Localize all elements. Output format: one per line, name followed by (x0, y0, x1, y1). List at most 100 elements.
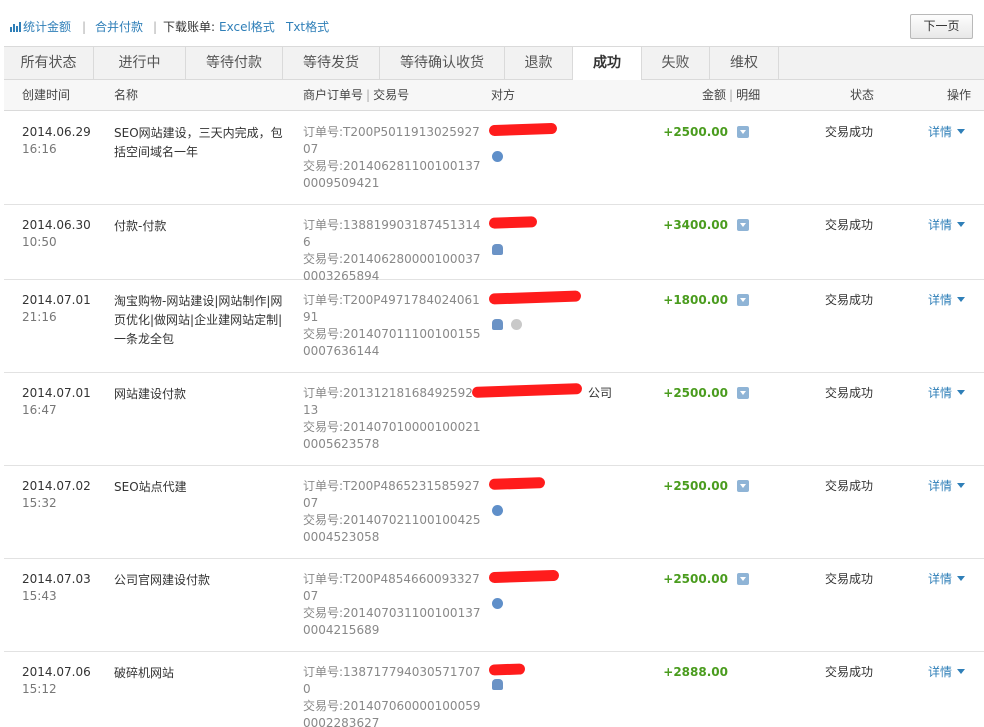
row-amount: +3400.00 (663, 218, 728, 232)
row-status: 交易成功 (825, 386, 874, 400)
row-details-label: 详情 (928, 386, 953, 400)
redaction-mark (488, 663, 526, 676)
row-time: 10:50 (22, 235, 57, 249)
row-order-no: 订单号:T200P497178402406191 (303, 293, 480, 324)
tab-awaiting-shipment[interactable]: 等待发货 (283, 47, 380, 80)
row-trade-no: 交易号:2014070100001000210005623578 (303, 420, 481, 451)
redaction-mark (488, 569, 560, 584)
table-row: 2014.06.30 10:50 付款-付款 订单号:1388199031874… (4, 205, 984, 283)
row-details-link[interactable]: 详情 (928, 292, 966, 309)
detail-dropdown-icon[interactable] (737, 219, 749, 231)
row-order-no: 订单号:20131218168492592113 (303, 386, 481, 417)
download-bill-label: 下载账单: (163, 20, 216, 34)
col-trade-no: 交易号 (373, 88, 410, 102)
table-row: 2014.07.06 15:12 破碎机网站 订单号:1387177940305… (4, 652, 984, 727)
col-created-time: 创建时间 (22, 88, 71, 102)
stats-amount-link[interactable]: 统计金额 (10, 19, 71, 35)
row-order-no: 订单号:1388199031874513146 (303, 218, 481, 249)
download-excel-link[interactable]: Excel格式 (219, 19, 275, 35)
row-details-label: 详情 (928, 665, 953, 679)
tab-in-progress[interactable]: 进行中 (94, 47, 186, 80)
row-details-label: 详情 (928, 293, 953, 307)
tab-dispute[interactable]: 维权 (710, 47, 779, 80)
row-details-link[interactable]: 详情 (928, 385, 966, 402)
tab-refund[interactable]: 退款 (505, 47, 573, 80)
caret-down-icon (957, 297, 966, 302)
tab-failed[interactable]: 失败 (642, 47, 710, 80)
row-time: 16:47 (22, 403, 57, 417)
tab-success[interactable]: 成功 (572, 47, 642, 81)
redaction-mark (488, 216, 538, 229)
download-txt-link[interactable]: Txt格式 (286, 19, 329, 35)
row-details-link[interactable]: 详情 (928, 571, 966, 588)
row-ids: 订单号:T200P501191302592707 交易号:201406281100… (303, 124, 483, 192)
detail-dropdown-icon[interactable] (737, 573, 749, 585)
col-order-numbers: 商户订单号 | 交易号 (303, 80, 409, 111)
row-time: 15:43 (22, 589, 57, 603)
detail-dropdown-icon[interactable] (737, 387, 749, 399)
caret-down-icon (957, 483, 966, 488)
row-amount: +2888.00 (663, 665, 728, 679)
row-name: 破碎机网站 (114, 666, 175, 680)
row-amount: +2500.00 (663, 572, 728, 586)
col-status: 状态 (850, 88, 875, 102)
row-time: 21:16 (22, 310, 57, 324)
row-time: 16:16 (22, 142, 57, 156)
row-date: 2014.07.06 (22, 665, 91, 679)
row-status: 交易成功 (825, 572, 874, 586)
row-ids: 订单号:T200P485466009332707 交易号:201407031100… (303, 571, 483, 639)
row-trade-no: 交易号:2014070311001001370004215689 (303, 606, 481, 637)
user-icon (492, 679, 503, 690)
row-order-no: 订单号:T200P486523158592707 (303, 479, 480, 510)
col-amount-detail: 金额 | 明细 (702, 80, 760, 111)
alipay-user-icon (492, 151, 503, 162)
row-trade-no: 交易号:2014062811001001370009509421 (303, 159, 481, 190)
row-status: 交易成功 (825, 293, 874, 307)
row-date: 2014.07.02 (22, 479, 91, 493)
user-icon (492, 244, 503, 255)
row-name: SEO站点代建 (114, 480, 187, 494)
tab-all-status[interactable]: 所有状态 (4, 47, 94, 80)
toolbar-separator: | (153, 20, 158, 34)
row-date: 2014.06.30 (22, 218, 91, 232)
row-details-label: 详情 (928, 125, 953, 139)
detail-dropdown-icon[interactable] (737, 294, 749, 306)
col-merchant-order: 商户订单号 (303, 88, 364, 102)
detail-dropdown-icon[interactable] (737, 480, 749, 492)
next-page-button[interactable]: 下一页 (910, 14, 973, 39)
table-row: 2014.07.02 15:32 SEO站点代建 订单号:T200P486523… (4, 466, 984, 559)
col-amount: 金额 (702, 88, 727, 102)
col-separator: | (729, 88, 734, 102)
row-details-link[interactable]: 详情 (928, 664, 966, 681)
bar-chart-icon (10, 22, 21, 32)
row-details-label: 详情 (928, 572, 953, 586)
row-details-link[interactable]: 详情 (928, 217, 966, 234)
toolbar: 统计金额 | 合并付款 | 下载账单: Excel格式 Txt格式 下一页 (0, 0, 984, 46)
col-detail: 明细 (736, 88, 761, 102)
row-details-link[interactable]: 详情 (928, 124, 966, 141)
row-details-link[interactable]: 详情 (928, 478, 966, 495)
row-status: 交易成功 (825, 665, 874, 679)
row-ids: 订单号:1388199031874513146 交易号:2014062800001… (303, 217, 483, 285)
row-status: 交易成功 (825, 479, 874, 493)
row-ids: 订单号:1387177940305717070 交易号:2014070600001… (303, 664, 483, 727)
row-status: 交易成功 (825, 218, 874, 232)
redaction-mark (488, 290, 582, 305)
user-icon (492, 319, 503, 330)
row-status: 交易成功 (825, 125, 874, 139)
alipay-user-icon (492, 505, 503, 516)
caret-down-icon (957, 390, 966, 395)
row-ids: 订单号:T200P497178402406191 交易号:201407011100… (303, 292, 483, 360)
row-date: 2014.07.01 (22, 293, 91, 307)
table-row: 2014.07.01 16:47 网站建设付款 订单号:201312181684… (4, 373, 984, 466)
tab-awaiting-receipt[interactable]: 等待确认收货 (380, 47, 505, 80)
row-trade-no: 交易号:2014070111001001550007636144 (303, 327, 481, 358)
merge-payment-link[interactable]: 合并付款 (95, 19, 143, 35)
col-separator: | (366, 88, 371, 102)
caret-down-icon (957, 576, 966, 581)
detail-dropdown-icon[interactable] (737, 126, 749, 138)
row-time: 15:12 (22, 682, 57, 696)
tab-awaiting-payment[interactable]: 等待付款 (186, 47, 283, 80)
caret-down-icon (957, 222, 966, 227)
row-amount: +2500.00 (663, 386, 728, 400)
